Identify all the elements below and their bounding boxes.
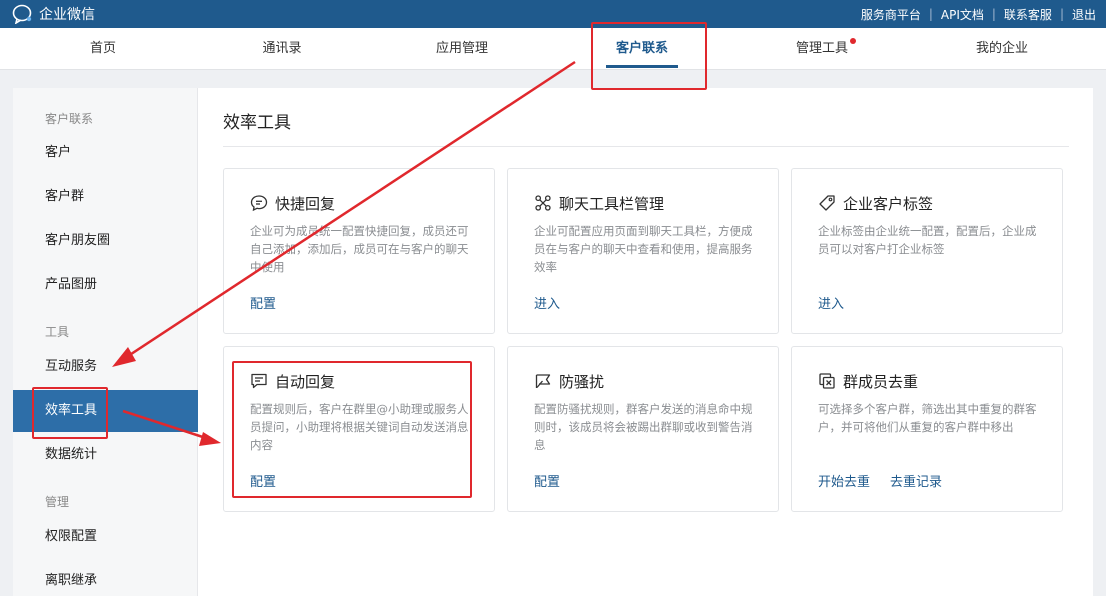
card-title: 企业客户标签 [818, 193, 933, 213]
sidebar-item-data-statistics[interactable]: 数据统计 [13, 434, 198, 476]
top-link-support[interactable]: 联系客服 [1004, 6, 1052, 23]
sidebar-item-permissions[interactable]: 权限配置 [13, 516, 198, 558]
card-links: 配置 [534, 471, 580, 490]
card-title-text: 防骚扰 [559, 372, 605, 391]
top-link-separator: | [991, 7, 996, 21]
sidebar-group-manage: 管理 [45, 495, 70, 509]
title-divider [223, 146, 1069, 147]
nav-tab-contacts[interactable]: 通讯录 [232, 28, 332, 70]
main-panel: 效率工具 快捷回复 企业可为成员统一配置快捷回复，成员还可自己添加，添加后，成员… [198, 88, 1093, 596]
dedupe-history-link[interactable]: 去重记录 [890, 471, 942, 490]
sidebar-item-moments[interactable]: 客户朋友圈 [13, 220, 198, 262]
sidebar-group-tools: 工具 [45, 325, 70, 339]
top-link-separator: | [928, 7, 933, 21]
nav-tab-home[interactable]: 首页 [53, 28, 153, 70]
annotation-box-customer-contact [591, 22, 707, 90]
sidebar-item-customer[interactable]: 客户 [13, 132, 198, 174]
configure-link[interactable]: 配置 [534, 471, 560, 490]
sidebar: 客户联系 客户 客户群 客户朋友圈 产品图册 工具 互动服务 效率工具 数据统计… [13, 88, 198, 596]
main-nav: 首页 通讯录 应用管理 客户联系 管理工具 我的企业 [0, 28, 1106, 70]
enter-link[interactable]: 进入 [534, 293, 560, 312]
top-link-logout[interactable]: 退出 [1072, 6, 1096, 23]
top-bar: 企业微信 服务商平台 | API文档 | 联系客服 | 退出 [0, 0, 1106, 28]
nav-tab-my-company[interactable]: 我的企业 [952, 28, 1052, 70]
app-title: 企业微信 [39, 7, 95, 23]
card-links: 配置 [250, 293, 296, 312]
card-title: 快捷回复 [250, 193, 335, 213]
card-description: 企业可配置应用页面到聊天工具栏，方便成员在与客户的聊天中查看和使用，提高服务效率 [534, 224, 753, 274]
card-title: 防骚扰 [534, 371, 604, 391]
card-title: 群成员去重 [818, 371, 918, 391]
configure-link[interactable]: 配置 [250, 293, 276, 312]
card-title-text: 快捷回复 [275, 194, 336, 213]
enter-link[interactable]: 进入 [818, 293, 844, 312]
card-links: 开始去重 去重记录 [818, 471, 962, 490]
card-description: 可选择多个客户群，筛选出其中重复的群客户，并可将他们从重复的客户群中移出 [818, 402, 1037, 434]
card-title-text: 群成员去重 [843, 372, 919, 391]
toolbar-cross-icon [535, 195, 551, 211]
sidebar-item-customer-group[interactable]: 客户群 [13, 176, 198, 218]
flag-icon [535, 374, 551, 388]
nav-tab-app-management[interactable]: 应用管理 [412, 28, 512, 70]
annotation-box-efficiency-tools [32, 387, 108, 439]
dedupe-icon [819, 373, 835, 389]
card-title: 聊天工具栏管理 [534, 193, 664, 213]
tag-icon [819, 195, 835, 211]
card-links: 进入 [818, 293, 864, 312]
tool-card-anti-harassment: 防骚扰 配置防骚扰规则，群客户发送的消息命中规则时，该成员将会被踢出群聊或收到警… [507, 346, 779, 512]
sidebar-item-interactive-service[interactable]: 互动服务 [13, 346, 198, 388]
tool-card-group-dedupe: 群成员去重 可选择多个客户群，筛选出其中重复的群客户，并可将他们从重复的客户群中… [791, 346, 1063, 512]
top-link-api-docs[interactable]: API文档 [941, 6, 984, 23]
tool-card-customer-tags: 企业客户标签 企业标签由企业统一配置，配置后，企业成员可以对客户打企业标签 进入 [791, 168, 1063, 334]
top-link-separator: | [1059, 7, 1064, 21]
chat-bubble-icon [250, 195, 268, 212]
notification-dot [850, 38, 856, 44]
page-title: 效率工具 [223, 113, 291, 133]
tool-card-quick-reply: 快捷回复 企业可为成员统一配置快捷回复，成员还可自己添加，添加后，成员可在与客户… [223, 168, 495, 334]
card-description: 企业标签由企业统一配置，配置后，企业成员可以对客户打企业标签 [818, 224, 1037, 256]
card-description: 企业可为成员统一配置快捷回复，成员还可自己添加，添加后，成员可在与客户的聊天中使… [250, 224, 469, 274]
sidebar-item-product-album[interactable]: 产品图册 [13, 264, 198, 306]
card-description: 配置防骚扰规则，群客户发送的消息命中规则时，该成员将会被踢出群聊或收到警告消息 [534, 402, 753, 452]
sidebar-item-resignation-inherit[interactable]: 离职继承 [13, 560, 198, 596]
top-link-provider[interactable]: 服务商平台 [861, 6, 921, 23]
annotation-box-auto-reply [232, 361, 472, 498]
sidebar-group-customer: 客户联系 [45, 112, 94, 126]
logo[interactable]: 企业微信 [12, 4, 95, 24]
nav-tab-management-tools[interactable]: 管理工具 [772, 28, 872, 70]
wecom-logo-icon [12, 4, 32, 24]
start-dedupe-link[interactable]: 开始去重 [818, 471, 870, 490]
card-title-text: 聊天工具栏管理 [559, 194, 665, 213]
tool-card-chat-toolbar: 聊天工具栏管理 企业可配置应用页面到聊天工具栏，方便成员在与客户的聊天中查看和使… [507, 168, 779, 334]
card-links: 进入 [534, 293, 580, 312]
top-links: 服务商平台 | API文档 | 联系客服 | 退出 [861, 0, 1096, 28]
nav-tab-label: 管理工具 [795, 41, 848, 56]
card-title-text: 企业客户标签 [843, 194, 934, 213]
